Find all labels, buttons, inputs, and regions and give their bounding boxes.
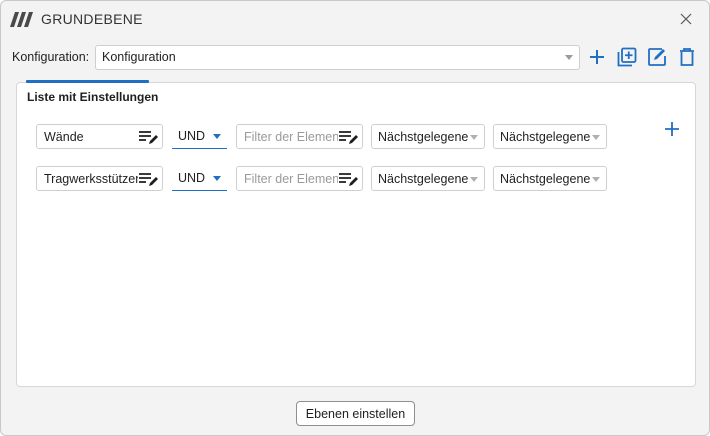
option2-value: Nächstgelegene (500, 130, 591, 144)
category-field[interactable]: Wände (36, 124, 163, 149)
config-selected-value: Konfiguration (102, 50, 176, 64)
category-field[interactable]: Tragwerksstützen (36, 166, 163, 191)
option1-value: Nächstgelegene (378, 130, 469, 144)
operator-select[interactable]: UND (172, 124, 227, 149)
option2-value: Nächstgelegene (500, 172, 591, 186)
operator-select[interactable]: UND (172, 166, 227, 191)
settings-row: Wände UND Filter der Elemente Nächstgele… (36, 124, 636, 149)
option1-select[interactable]: Nächstgelegene (371, 166, 485, 191)
option2-select[interactable]: Nächstgelegene (493, 124, 607, 149)
add-row-button[interactable] (662, 119, 682, 139)
close-button[interactable] (675, 9, 697, 29)
config-select[interactable]: Konfiguration (95, 45, 580, 70)
close-icon (680, 13, 692, 25)
option2-select[interactable]: Nächstgelegene (493, 166, 607, 191)
filter-placeholder: Filter der Elemente (244, 130, 350, 144)
filter-field[interactable]: Filter der Elemente (236, 124, 363, 149)
chevron-down-icon (470, 177, 478, 182)
panel-title: Liste mit Einstellungen (27, 90, 159, 104)
edit-config-button[interactable] (646, 46, 668, 68)
window-title: GRUNDEBENE (41, 11, 143, 27)
operator-value: UND (178, 129, 206, 143)
title-bar: GRUNDEBENE (1, 1, 709, 37)
edit-icon (648, 48, 666, 66)
option1-select[interactable]: Nächstgelegene (371, 124, 485, 149)
delete-config-button[interactable] (676, 46, 698, 68)
operator-value: UND (178, 171, 206, 185)
category-value: Tragwerksstützen (44, 172, 143, 186)
chevron-down-icon (213, 176, 221, 181)
list-edit-icon[interactable] (338, 128, 360, 146)
trash-icon (680, 48, 694, 66)
set-levels-button[interactable]: Ebenen einstellen (296, 401, 415, 426)
duplicate-config-button[interactable] (616, 46, 638, 68)
list-edit-icon[interactable] (338, 170, 360, 188)
category-value: Wände (44, 130, 84, 144)
tab-indicator (26, 80, 149, 83)
app-logo-icon (10, 12, 33, 27)
option1-value: Nächstgelegene (378, 172, 469, 186)
settings-row: Tragwerksstützen UND Filter der Elemente… (36, 166, 636, 191)
settings-panel: Liste mit Einstellungen Wände UND Filter… (16, 82, 696, 387)
add-config-button[interactable] (586, 46, 608, 68)
plus-icon (590, 50, 604, 64)
dialog-window: GRUNDEBENE Konfiguration: Konfiguration (0, 0, 710, 436)
filter-field[interactable]: Filter der Elemente (236, 166, 363, 191)
chevron-down-icon (565, 55, 573, 60)
add-box-icon (617, 47, 637, 67)
chevron-down-icon (592, 135, 600, 140)
chevron-down-icon (213, 134, 221, 139)
filter-placeholder: Filter der Elemente (244, 172, 350, 186)
list-edit-icon[interactable] (138, 170, 160, 188)
chevron-down-icon (592, 177, 600, 182)
plus-icon (665, 122, 679, 136)
config-label: Konfiguration: (12, 50, 90, 64)
chevron-down-icon (470, 135, 478, 140)
list-edit-icon[interactable] (138, 128, 160, 146)
